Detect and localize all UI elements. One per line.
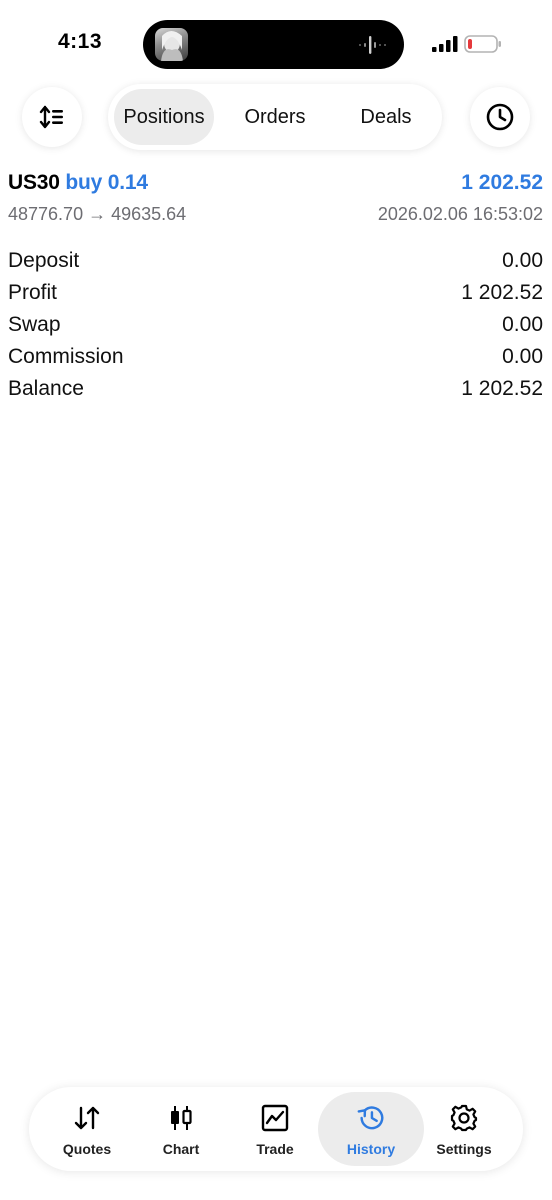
tab-label: Trade [256, 1141, 294, 1157]
summary-label: Deposit [8, 249, 80, 272]
summary-label: Profit [8, 281, 58, 304]
summary-row-profit: Profit 1 202.52 [8, 277, 543, 309]
chart-icon [171, 1106, 192, 1130]
tab-history[interactable]: History [318, 1092, 424, 1166]
summary-value: 1 202.52 [461, 281, 543, 304]
bottom-tab-bar: Quotes Chart Trade History Settings [29, 1087, 523, 1171]
tab-trade[interactable]: Trade [228, 1092, 322, 1166]
tab-orders[interactable]: Orders [225, 89, 325, 145]
summary-label: Commission [8, 345, 124, 368]
tab-settings[interactable]: Settings [417, 1092, 511, 1166]
position-symbol: US30 [8, 171, 60, 194]
summary-row-commission: Commission 0.00 [8, 341, 543, 373]
summary-label: Swap [8, 313, 61, 336]
history-segmented-control: Positions Orders Deals [108, 84, 442, 150]
position-side-volume: buy 0.14 [65, 171, 148, 194]
status-time: 4:13 [58, 30, 103, 53]
history-screen: 4:13 Positions Orders Deals US30 buy 0.1… [0, 0, 552, 1200]
summary-label: Balance [8, 377, 84, 400]
summary-value: 0.00 [502, 345, 543, 368]
tab-label: Quotes [62, 1141, 112, 1157]
tab-label: Settings [436, 1141, 492, 1157]
audio-wave-icon [359, 36, 386, 54]
clock-icon [486, 103, 514, 131]
period-button[interactable] [470, 87, 530, 147]
tab-label: History [346, 1141, 396, 1157]
settings-icon [450, 1104, 478, 1132]
now-playing-artwork-icon [155, 28, 188, 61]
summary-row-deposit: Deposit 0.00 [8, 245, 543, 277]
summary-row-balance: Balance 1 202.52 [8, 373, 543, 405]
position-datetime: 2026.02.06 16:53:02 [377, 204, 543, 224]
tab-chart[interactable]: Chart [134, 1092, 228, 1166]
summary-value: 0.00 [502, 313, 543, 336]
battery-icon [464, 35, 501, 53]
tab-positions[interactable]: Positions [114, 89, 214, 145]
position-profit: 1 202.52 [461, 171, 543, 194]
dynamic-island[interactable] [143, 20, 404, 69]
sort-icon [39, 105, 63, 129]
summary-row-swap: Swap 0.00 [8, 309, 543, 341]
summary-value: 1 202.52 [461, 377, 543, 400]
tab-deals[interactable]: Deals [336, 89, 436, 145]
position-prices: 48776.70 → 49635.64 [8, 204, 187, 224]
summary-value: 0.00 [502, 249, 543, 272]
tab-quotes[interactable]: Quotes [40, 1092, 134, 1166]
tab-label: Chart [162, 1141, 200, 1157]
position-entry[interactable]: US30 buy 0.14 [8, 171, 148, 195]
cellular-signal-icon [432, 36, 458, 52]
sort-button[interactable] [22, 87, 82, 147]
quotes-icon [74, 1106, 100, 1130]
history-icon [357, 1106, 384, 1130]
trade-icon [261, 1104, 289, 1132]
history-summary: Deposit 0.00 Profit 1 202.52 Swap 0.00 C… [8, 245, 543, 405]
